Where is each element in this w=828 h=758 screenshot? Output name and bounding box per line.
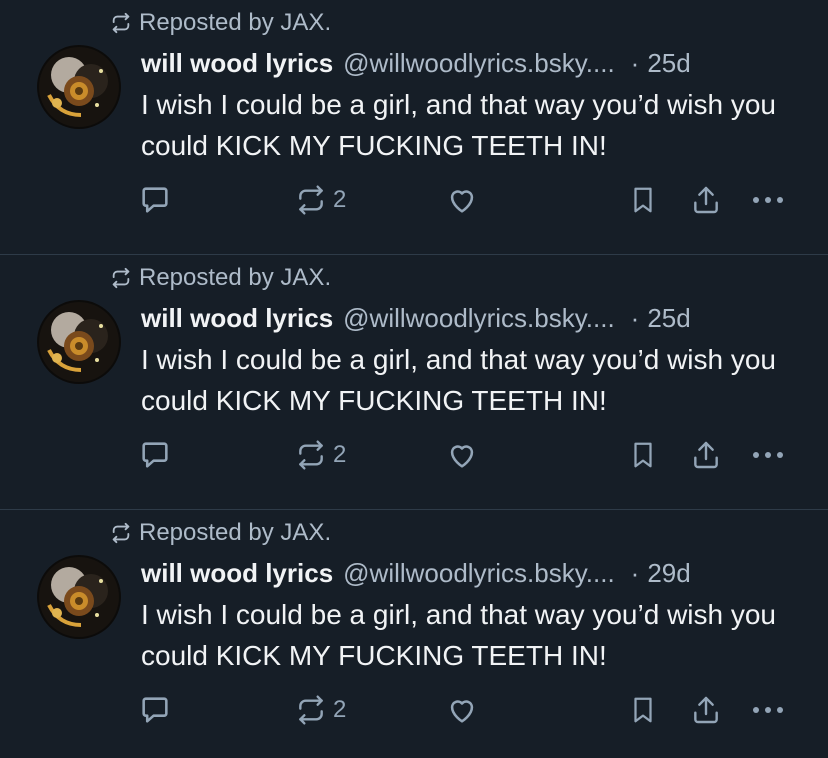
share-button[interactable] <box>690 437 722 473</box>
repost-count: 2 <box>333 441 347 468</box>
more-icon <box>750 445 786 465</box>
more-button[interactable] <box>750 437 786 473</box>
reply-icon <box>138 183 172 217</box>
post-text: I wish I could be a girl, and that way y… <box>141 89 777 161</box>
post-text: I wish I could be a girl, and that way y… <box>141 344 777 416</box>
repost-button[interactable]: 2 <box>295 437 346 473</box>
post-actions: 2 <box>0 182 828 218</box>
repost-count: 2 <box>333 696 347 723</box>
reply-icon <box>138 438 172 472</box>
separator-dot: · <box>630 47 640 78</box>
repost-icon <box>295 439 327 471</box>
post[interactable]: Reposted by JAX. will wood lyrics @willw… <box>0 255 828 510</box>
post[interactable]: Reposted by JAX. will wood lyrics @willw… <box>0 0 828 255</box>
author-handle[interactable]: @willwoodlyrics.bsky.... <box>343 558 615 589</box>
separator-dot: · <box>630 557 640 588</box>
bookmark-button[interactable] <box>628 437 658 473</box>
post-meta: will wood lyrics @willwoodlyrics.bsky...… <box>141 46 801 80</box>
repost-label: Reposted by JAX. <box>139 264 332 291</box>
author-name[interactable]: will wood lyrics <box>141 558 333 589</box>
heart-icon <box>445 438 479 472</box>
repost-context[interactable]: Reposted by JAX. <box>110 518 331 548</box>
post-age[interactable]: 25d <box>647 48 690 79</box>
repost-label: Reposted by JAX. <box>139 519 332 546</box>
repost-icon <box>295 184 327 216</box>
repost-label: Reposted by JAX. <box>139 9 332 36</box>
post-meta: will wood lyrics @willwoodlyrics.bsky...… <box>141 301 801 335</box>
repost-icon <box>110 267 132 289</box>
repost-icon <box>110 12 132 34</box>
repost-context[interactable]: Reposted by JAX. <box>110 263 331 293</box>
separator-dot: · <box>630 302 640 333</box>
heart-icon <box>445 693 479 727</box>
post[interactable]: Reposted by JAX. will wood lyrics @willw… <box>0 510 828 758</box>
repost-icon <box>295 694 327 726</box>
avatar[interactable] <box>37 555 121 639</box>
repost-icon <box>110 522 132 544</box>
repost-button[interactable]: 2 <box>295 692 346 728</box>
more-icon <box>750 700 786 720</box>
share-icon <box>690 694 722 726</box>
repost-context[interactable]: Reposted by JAX. <box>110 8 331 38</box>
author-handle[interactable]: @willwoodlyrics.bsky.... <box>343 303 615 334</box>
author-name[interactable]: will wood lyrics <box>141 303 333 334</box>
like-button[interactable] <box>445 182 479 218</box>
repost-button[interactable]: 2 <box>295 182 346 218</box>
bookmark-icon <box>628 439 658 471</box>
author-name[interactable]: will wood lyrics <box>141 48 333 79</box>
post-age[interactable]: 25d <box>647 303 690 334</box>
post-meta: will wood lyrics @willwoodlyrics.bsky...… <box>141 556 801 590</box>
repost-count: 2 <box>333 186 347 213</box>
share-button[interactable] <box>690 182 722 218</box>
more-icon <box>750 190 786 210</box>
reply-button[interactable] <box>138 437 172 473</box>
reply-button[interactable] <box>138 692 172 728</box>
more-button[interactable] <box>750 182 786 218</box>
bookmark-icon <box>628 184 658 216</box>
reply-icon <box>138 693 172 727</box>
share-icon <box>690 439 722 471</box>
post-actions: 2 <box>0 692 828 728</box>
post-age[interactable]: 29d <box>647 558 690 589</box>
heart-icon <box>445 183 479 217</box>
bookmark-button[interactable] <box>628 182 658 218</box>
share-icon <box>690 184 722 216</box>
post-text: I wish I could be a girl, and that way y… <box>141 599 777 671</box>
avatar[interactable] <box>37 300 121 384</box>
reply-button[interactable] <box>138 182 172 218</box>
author-handle[interactable]: @willwoodlyrics.bsky.... <box>343 48 615 79</box>
feed: Reposted by JAX. will wood lyrics @willw… <box>0 0 828 758</box>
share-button[interactable] <box>690 692 722 728</box>
avatar[interactable] <box>37 45 121 129</box>
like-button[interactable] <box>445 437 479 473</box>
like-button[interactable] <box>445 692 479 728</box>
more-button[interactable] <box>750 692 786 728</box>
bookmark-icon <box>628 694 658 726</box>
bookmark-button[interactable] <box>628 692 658 728</box>
post-actions: 2 <box>0 437 828 473</box>
